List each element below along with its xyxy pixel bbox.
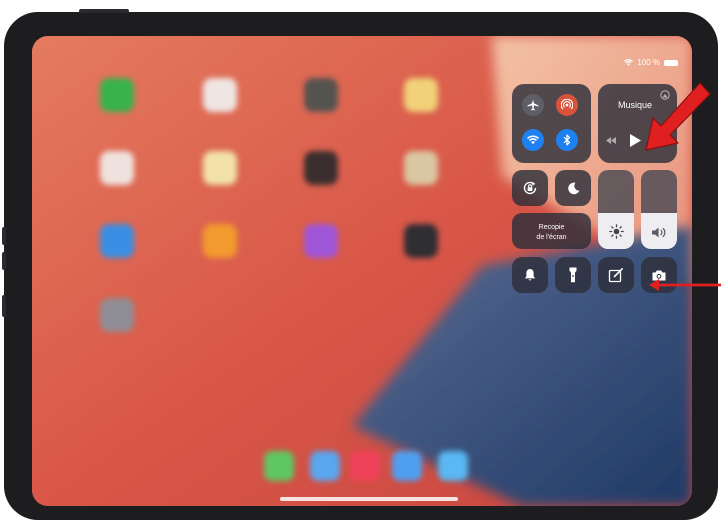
volume-button-down <box>2 252 6 270</box>
note-icon <box>608 268 623 283</box>
camera-icon <box>652 270 666 280</box>
wifi-icon <box>624 59 634 66</box>
music-title: Musique <box>618 100 653 110</box>
app-icon-stocks[interactable] <box>304 151 338 185</box>
side-button <box>2 295 6 317</box>
battery-percentage: 100 % <box>637 58 660 67</box>
airplane-mode-toggle[interactable] <box>522 94 544 116</box>
status-bar: 100 % <box>624 58 678 67</box>
app-icon-maps[interactable] <box>404 151 438 185</box>
moon-icon <box>567 182 579 194</box>
music-module[interactable]: Musique <box>598 84 677 163</box>
connectivity-module[interactable] <box>512 84 591 163</box>
app-icon-app-store[interactable] <box>100 224 134 258</box>
bluetooth-icon <box>563 134 571 146</box>
sun-icon <box>608 224 624 239</box>
battery-icon <box>664 59 678 66</box>
speaker-icon <box>652 227 666 238</box>
airdrop-toggle[interactable] <box>556 94 578 116</box>
play-icon[interactable] <box>630 134 641 147</box>
rotation-lock-icon <box>523 181 537 195</box>
app-icon-settings[interactable] <box>100 298 134 332</box>
screen-mirroring-label-line2: de l'écran <box>536 234 567 241</box>
app-icon-mail[interactable] <box>203 151 237 185</box>
bluetooth-toggle[interactable] <box>556 129 578 151</box>
app-icon-calendar[interactable] <box>203 78 237 112</box>
dock-icon-mail[interactable] <box>392 451 422 481</box>
dock-icon-safari[interactable] <box>310 451 340 481</box>
screen-mirroring-button[interactable]: Recopie de l'écran <box>512 213 591 249</box>
wifi-icon <box>527 135 539 145</box>
top-button <box>79 9 129 13</box>
flashlight-icon <box>569 267 577 283</box>
rewind-icon[interactable] <box>606 137 616 144</box>
quick-note-button[interactable] <box>598 257 634 293</box>
brightness-slider[interactable] <box>598 170 634 249</box>
flashlight-button[interactable] <box>555 257 591 293</box>
ipad-screen: 100 % Musique Recopie de l'écran <box>32 36 692 506</box>
wifi-toggle[interactable] <box>522 129 544 151</box>
airplay-icon[interactable] <box>660 90 670 100</box>
screen-mirroring-label-line1: Recopie <box>538 224 565 231</box>
app-icon-clock[interactable] <box>304 78 338 112</box>
rotation-lock-button[interactable] <box>512 170 548 206</box>
airdrop-icon <box>561 99 573 110</box>
do-not-disturb-button[interactable] <box>555 170 591 206</box>
dock-icon-files[interactable] <box>438 451 468 481</box>
app-icon-podcasts[interactable] <box>304 224 338 258</box>
app-icon-notes[interactable] <box>404 78 438 112</box>
app-icon-tv[interactable] <box>404 224 438 258</box>
airplane-icon <box>527 99 539 111</box>
home-indicator[interactable] <box>280 497 458 501</box>
notifications-button[interactable] <box>512 257 548 293</box>
app-icon-reminders[interactable] <box>100 151 134 185</box>
dock-icon-messages[interactable] <box>264 451 294 481</box>
app-icon-facetime[interactable] <box>100 78 134 112</box>
volume-slider[interactable] <box>641 170 677 249</box>
dock-icon-music[interactable] <box>350 451 380 481</box>
volume-button-up <box>2 227 6 245</box>
camera-button[interactable] <box>641 257 677 293</box>
app-icon-books[interactable] <box>203 224 237 258</box>
bell-icon <box>524 269 536 281</box>
